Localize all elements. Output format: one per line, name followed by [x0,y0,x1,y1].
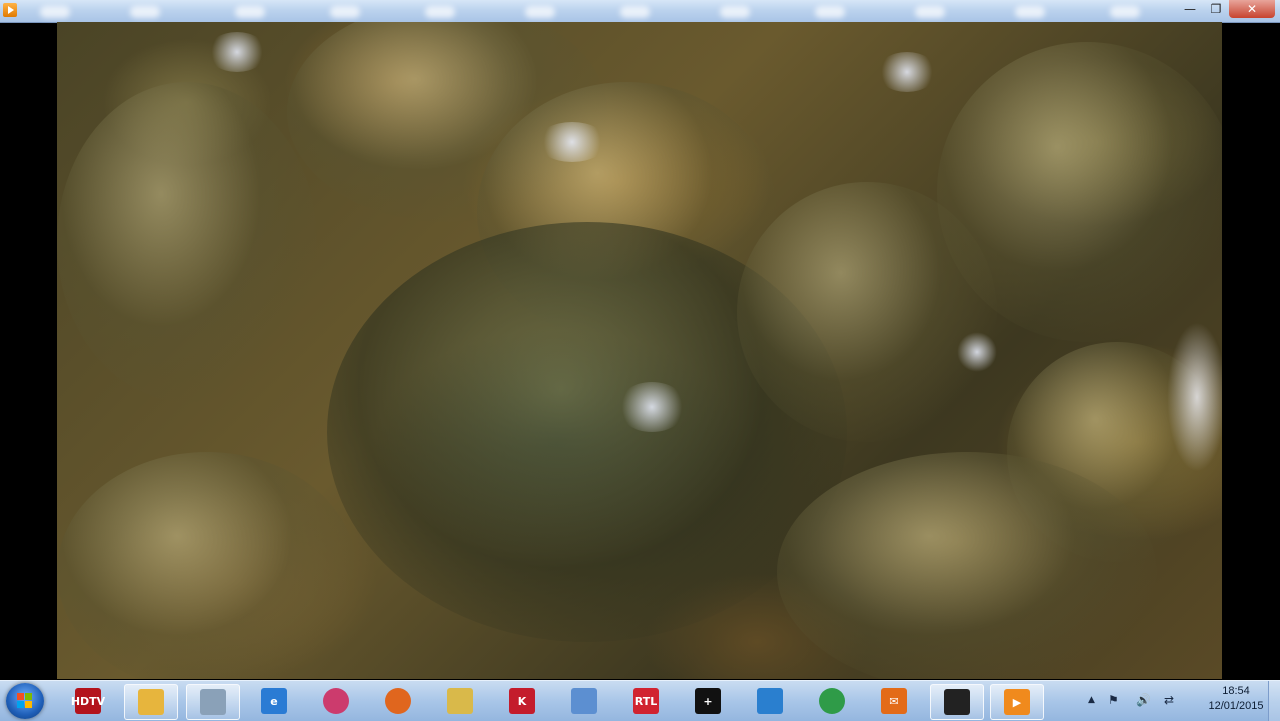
rtl-icon: RTL [633,688,659,714]
oyster-shell [737,182,997,442]
blurred-tab [720,6,750,18]
taskbar-chrome-button[interactable] [806,684,858,718]
media-player-app-icon[interactable] [3,3,17,17]
media-player-icon: ▶ [1004,689,1030,715]
hdtv-icon: HDTV [71,688,105,714]
light-reflection [617,382,687,432]
clock-date: 12/01/2015 [1208,700,1264,712]
blurred-tab [130,6,160,18]
start-button[interactable] [6,683,44,719]
taskbar-remote-desktop-button[interactable] [930,684,984,720]
minimize-button[interactable]: — [1177,0,1203,18]
taskbar-kaspersky-button[interactable]: K [496,684,548,718]
taskbar-rtl-button[interactable]: RTL [620,684,672,718]
blurred-tab [915,6,945,18]
taskbar-calculator-button[interactable] [186,684,240,720]
explorer-icon [138,689,164,715]
taskbar-notepad-button[interactable] [434,684,486,718]
taskbar-internet-explorer-button[interactable]: e [248,684,300,718]
action-center-flag-icon[interactable]: ⚑ [1108,693,1119,707]
light-reflection [537,122,607,162]
taskbar-media-player-button[interactable]: ▶ [990,684,1044,720]
calculator-icon [200,689,226,715]
clock-time: 18:54 [1222,685,1250,697]
blurred-tab [1110,6,1140,18]
volume-icon[interactable]: 🔊 [1136,693,1151,707]
thunderbird-icon [757,688,783,714]
light-reflection [877,52,937,92]
blurred-tab [235,6,265,18]
show-desktop-button[interactable] [1268,681,1280,721]
light-reflection [957,332,997,372]
photos-icon [571,688,597,714]
blurred-tab [330,6,360,18]
light-reflection [207,32,267,72]
taskbar-mail-button[interactable]: ✉ [868,684,920,718]
show-hidden-icons-icon[interactable]: ▲ [1088,695,1095,705]
oyster-shell [57,452,357,679]
taskbar-plus-button[interactable]: + [682,684,734,718]
blurred-tab [40,6,70,18]
close-button[interactable]: ✕ [1229,0,1275,18]
oyster-shell [57,82,317,402]
title-bar: — ❐ ✕ [0,0,1280,23]
chrome-icon [819,688,845,714]
internet-explorer-icon: e [261,688,287,714]
blurred-tab [620,6,650,18]
firefox-icon [385,688,411,714]
windows-logo-icon [17,693,33,709]
plus-icon: + [695,688,721,714]
taskbar-thunderbird-button[interactable] [744,684,796,718]
system-tray: ▲ ⚑ 🔊 ⇄ [1084,681,1204,721]
notepad-icon [447,688,473,714]
blurred-tab [425,6,455,18]
blurred-tab [1015,6,1045,18]
taskbar: HDTV e K RTL + ✉ ▶ ▲ ⚑ 🔊 ⇄ 18:54 12/01/2015 [0,680,1280,721]
blurred-tab [525,6,555,18]
blurred-tab [815,6,845,18]
taskbar-picasa-button[interactable] [310,684,362,718]
maximize-button[interactable]: ❐ [1203,0,1229,18]
taskbar-explorer-button[interactable] [124,684,178,720]
network-icon[interactable]: ⇄ [1164,693,1174,707]
mail-icon: ✉ [881,688,907,714]
oyster-shell [777,452,1157,679]
taskbar-firefox-button[interactable] [372,684,424,718]
remote-desktop-icon [944,689,970,715]
taskbar-hdtv-button[interactable]: HDTV [62,684,114,718]
video-frame[interactable] [57,22,1222,679]
kaspersky-icon: K [509,688,535,714]
clock[interactable]: 18:54 12/01/2015 [1206,684,1266,714]
picasa-icon [323,688,349,714]
light-reflection [1167,322,1222,472]
taskbar-photos-button[interactable] [558,684,610,718]
